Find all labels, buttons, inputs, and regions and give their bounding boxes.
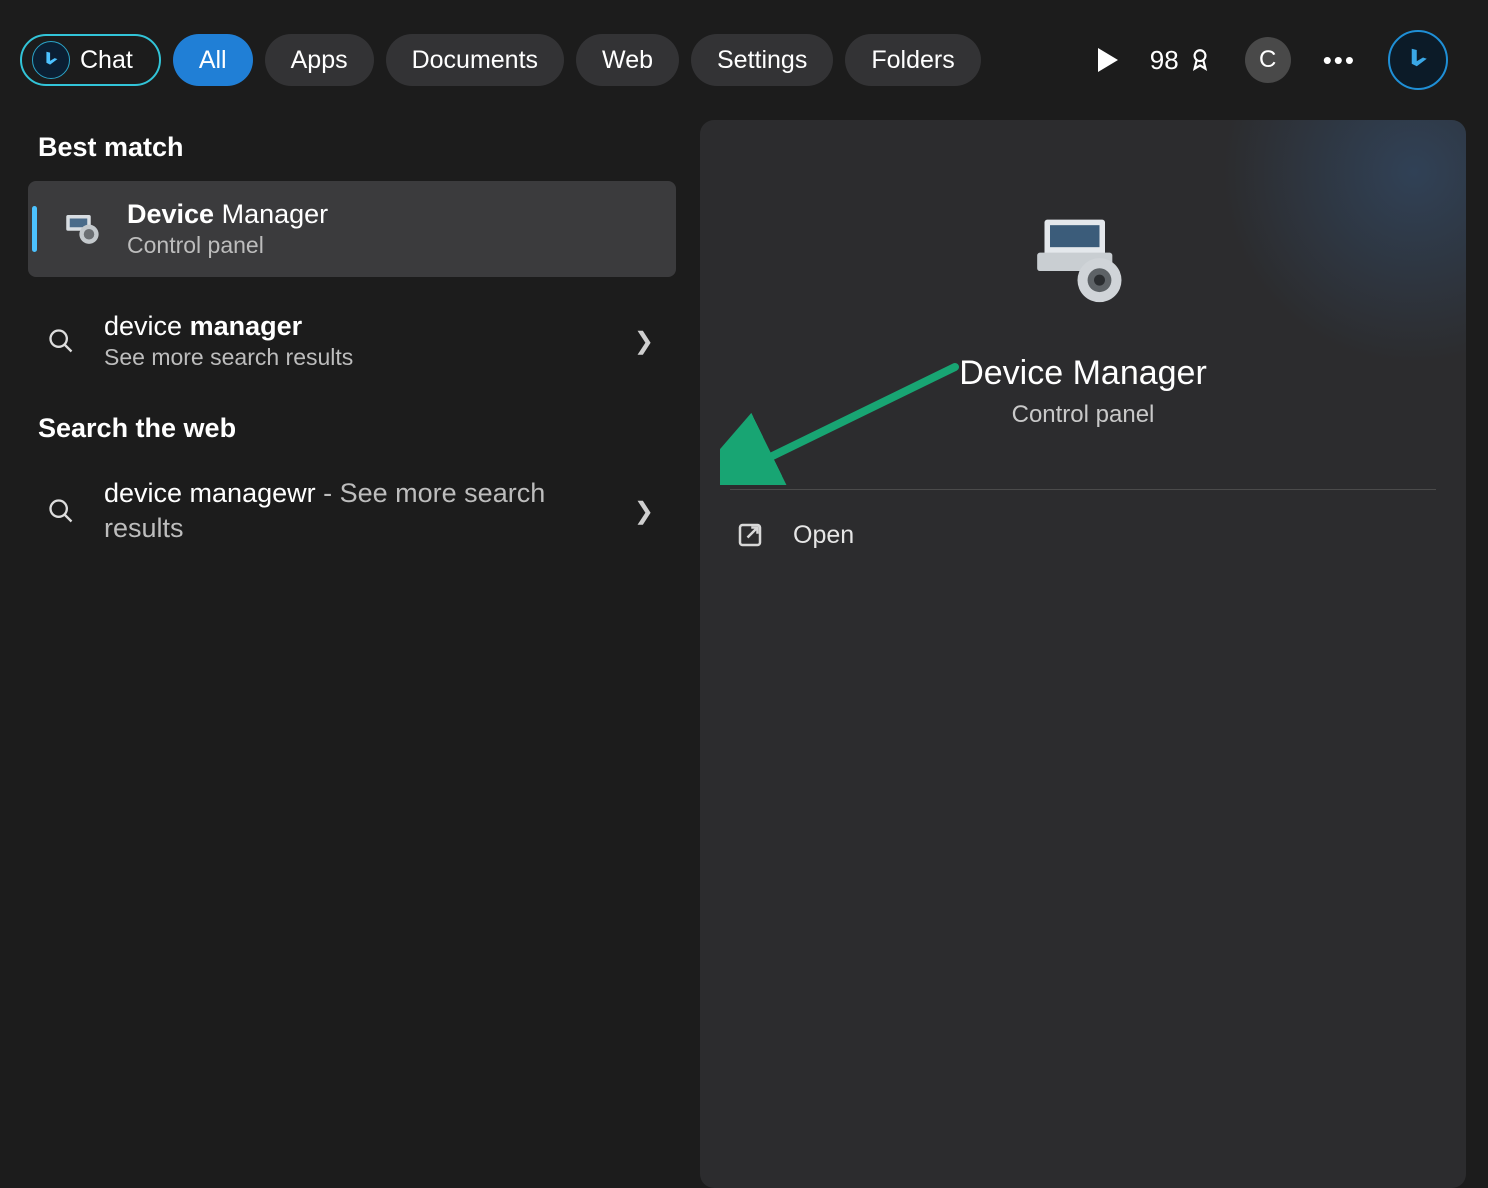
best-match-result[interactable]: Device Manager Control panel [28, 181, 676, 277]
topbar-right: 98 C ••• [1098, 30, 1468, 90]
open-external-icon [735, 520, 765, 550]
detail-panel: Device Manager Control panel Open [700, 120, 1466, 1188]
tab-documents[interactable]: Documents [386, 34, 564, 86]
best-match-header: Best match [38, 132, 690, 163]
best-match-subtitle: Control panel [127, 232, 328, 259]
rewards-medal-icon [1187, 47, 1213, 73]
main-area: Best match Device Manager Control panel [0, 120, 1488, 1188]
device-manager-large-icon [1028, 210, 1138, 310]
see-more-result[interactable]: device manager See more search results ❯ [28, 297, 690, 385]
web-result[interactable]: device managewr - See more search result… [28, 462, 690, 560]
open-label: Open [793, 521, 854, 550]
tab-settings[interactable]: Settings [691, 34, 833, 86]
best-match-title: Device Manager [127, 199, 328, 230]
device-manager-icon [61, 208, 103, 250]
chat-tab[interactable]: Chat [20, 34, 161, 86]
open-action[interactable]: Open [717, 490, 1449, 580]
tab-all[interactable]: All [173, 34, 253, 86]
search-icon [44, 494, 78, 528]
chat-tab-label: Chat [80, 46, 133, 75]
search-icon [44, 324, 78, 358]
tab-folders[interactable]: Folders [845, 34, 980, 86]
bing-icon[interactable] [1388, 30, 1448, 90]
see-more-title: device manager [104, 311, 608, 342]
search-web-header: Search the web [38, 413, 690, 444]
user-avatar[interactable]: C [1245, 37, 1291, 83]
chevron-right-icon: ❯ [634, 497, 654, 526]
best-match-texts: Device Manager Control panel [127, 199, 328, 259]
more-options-icon[interactable]: ••• [1323, 45, 1356, 76]
rewards-button[interactable]: 98 [1150, 45, 1213, 76]
results-column: Best match Device Manager Control panel [0, 120, 700, 1188]
tab-apps[interactable]: Apps [265, 34, 374, 86]
panel-glow [1206, 120, 1466, 380]
see-more-subtitle: See more search results [104, 344, 608, 371]
bing-chat-icon [32, 41, 70, 79]
rewards-points: 98 [1150, 45, 1179, 76]
detail-title: Device Manager [959, 354, 1207, 393]
play-icon[interactable] [1098, 48, 1118, 72]
search-scope-tabs: Chat All Apps Documents Web Settings Fol… [0, 0, 1488, 90]
detail-panel-wrap: Device Manager Control panel Open [700, 120, 1488, 1188]
web-result-title: device managewr - See more search result… [104, 476, 608, 546]
chevron-right-icon: ❯ [634, 327, 654, 356]
detail-subtitle: Control panel [1012, 401, 1155, 429]
selection-accent [32, 206, 37, 252]
tab-web[interactable]: Web [576, 34, 679, 86]
